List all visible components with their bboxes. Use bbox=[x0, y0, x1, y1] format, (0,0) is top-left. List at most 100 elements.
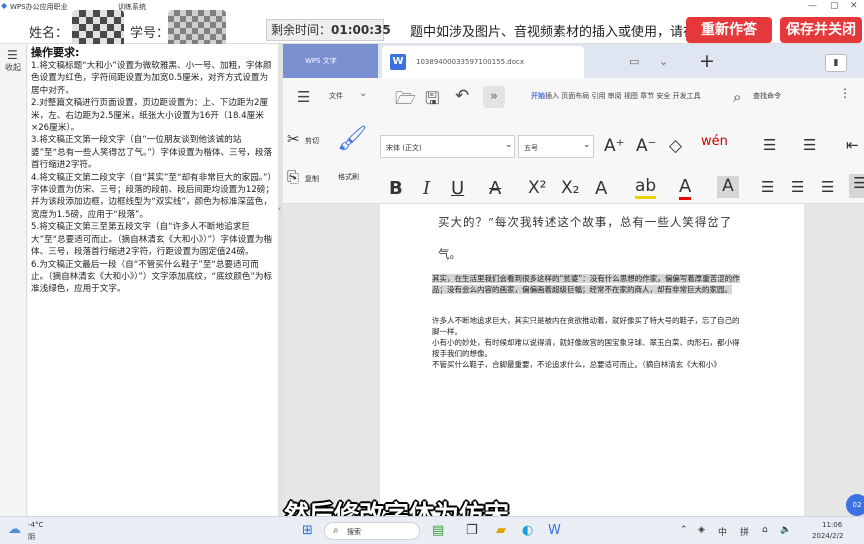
word-doc-icon: W bbox=[390, 54, 406, 70]
bullet-list-icon[interactable]: ☰ bbox=[763, 136, 776, 154]
edge-icon[interactable]: ◐ bbox=[522, 523, 533, 538]
file-explorer-icon[interactable]: ▰ bbox=[496, 523, 506, 538]
app-title: WPS办公应用职业 bbox=[10, 3, 68, 11]
text-effect-icon[interactable]: A bbox=[595, 178, 607, 199]
numbered-list-icon[interactable]: ☰ bbox=[803, 136, 816, 154]
menu-start[interactable]: 开始 bbox=[531, 91, 545, 101]
superscript-icon[interactable]: X² bbox=[528, 178, 546, 198]
start-icon[interactable]: ⊞ bbox=[302, 523, 313, 538]
grow-font-icon[interactable]: A⁺ bbox=[604, 136, 625, 156]
weather-text[interactable]: 阴 bbox=[28, 532, 35, 542]
bold-icon[interactable]: B bbox=[389, 178, 403, 199]
char-shading-icon[interactable]: A bbox=[717, 176, 739, 198]
maximize-icon[interactable]: ▢ bbox=[830, 1, 839, 11]
collapse-label[interactable]: 收起 bbox=[5, 62, 21, 73]
close-icon[interactable]: ✕ bbox=[850, 1, 858, 11]
wps-window: WPS 文字 W 10389400033597100155.docx ▭ ⌄ +… bbox=[283, 44, 864, 516]
more-icon[interactable]: » bbox=[483, 86, 505, 108]
copy-label[interactable]: 复制 bbox=[305, 174, 319, 184]
search-command[interactable]: 查找命令 bbox=[753, 91, 781, 101]
monitor-icon[interactable]: ▭ bbox=[629, 55, 639, 68]
font-name-select[interactable]: 宋体 (正文) bbox=[380, 135, 515, 158]
weather-temp[interactable]: -4°C bbox=[28, 521, 43, 529]
indent-icon[interactable]: ⇤ bbox=[846, 136, 859, 154]
window-toggle-icon[interactable]: ▮ bbox=[825, 54, 847, 72]
redo-button[interactable]: 重新作答 bbox=[686, 17, 772, 43]
taskbar: ☁ -4°C 阴 ⊞ ⌕ 搜索 ▤ ❐ ▰ ◐ W ⌃ ◈ 中 拼 ⌂ 🔈 11… bbox=[0, 516, 864, 544]
widget-icon[interactable]: ▤ bbox=[432, 523, 444, 538]
document-tab-name: 10389400033597100155.docx bbox=[416, 58, 525, 66]
hamburger-icon[interactable]: ☰ bbox=[297, 88, 310, 106]
instruction-item: 3.将文稿正文第一段文字（自“一位朋友谈到他该诚的站婆”至“总有一些人笑得岔了气… bbox=[31, 135, 273, 171]
doc-paragraph-4: 小有小的妙处，有时候却难以说得清，就好像故宫的国宝象牙球、翠玉白菜、肉形石，都小… bbox=[432, 338, 740, 358]
network-icon[interactable]: ⌂ bbox=[762, 525, 768, 535]
menu-file[interactable]: 文件 bbox=[329, 91, 343, 101]
doc-line-2: 气。 bbox=[438, 247, 461, 261]
italic-icon[interactable]: I bbox=[423, 178, 430, 199]
instruction-item: 1.将文稿标题“大和小”设置为微软雅黑、小一号、加粗，字体颜色设置为红色，字符间… bbox=[31, 61, 272, 96]
search-icon[interactable]: ⌕ bbox=[733, 88, 741, 106]
taskbar-search[interactable]: ⌕ 搜索 bbox=[324, 522, 420, 540]
instructions-heading: 操作要求: bbox=[31, 46, 80, 59]
chevron-down-icon[interactable]: ⌄ bbox=[659, 55, 668, 68]
more-vertical-icon[interactable]: ⋮ bbox=[839, 86, 851, 100]
wps-taskbar-icon[interactable]: W bbox=[548, 523, 561, 538]
collapse-panel[interactable]: ☰ 收起 bbox=[0, 44, 27, 516]
document-page[interactable]: 买大的？”每次我转述这个故事，总有一些人笑得岔了 气。 其实，在生活里我们会看到… bbox=[380, 204, 804, 516]
document-tab[interactable]: W 10389400033597100155.docx bbox=[382, 46, 584, 78]
justify-icon[interactable]: ☰ bbox=[849, 174, 864, 198]
menu-tabs[interactable]: 插入 页面布局 引用 审阅 视图 章节 安全 开发工具 bbox=[545, 91, 701, 101]
align-right-icon[interactable]: ☰ bbox=[821, 178, 834, 196]
menu-icon[interactable]: ☰ bbox=[7, 48, 18, 62]
timer-label: 剩余时间： bbox=[271, 23, 332, 37]
weather-icon[interactable]: ☁ bbox=[8, 522, 21, 537]
task-view-icon[interactable]: ❐ bbox=[466, 523, 478, 538]
taskbar-search-icon: ⌕ bbox=[333, 525, 339, 536]
clock-time[interactable]: 11:06 bbox=[822, 521, 842, 529]
float-bubble[interactable]: 02 bbox=[846, 494, 864, 516]
instruction-item: 6.为文稿正文最后一段（自“不管买什么鞋子”至“总要适可而止。（摘自林清玄《大和… bbox=[31, 259, 273, 295]
document-area: 🗋 买大的？”每次我转述这个故事，总有一些人笑得岔了 气。 其实，在生活里我们会… bbox=[283, 204, 864, 516]
align-center-icon[interactable]: ☰ bbox=[791, 178, 804, 196]
pinyin-guide-icon[interactable]: wén bbox=[701, 134, 728, 149]
file-chevron-icon[interactable]: ⌄ bbox=[359, 88, 367, 99]
align-left-icon[interactable]: ☰ bbox=[761, 178, 774, 196]
ime-mode[interactable]: 拼 bbox=[740, 525, 749, 538]
open-folder-icon[interactable]: 🗁 bbox=[395, 86, 416, 115]
ribbon: ✂ 剪切 ⎘ 复制 🖌 格式刷 宋体 (正文) ⌄ 五号 ⌄ A⁺ A⁻ ◇ w… bbox=[283, 116, 864, 204]
doc-paragraph-2: 其实，在生活里我们会看到很多这样的“贫婆”：没有什么思想的作家，偏偏写着厚重苦涩… bbox=[432, 274, 746, 295]
doc-paragraph-3: 许多人不断地追求巨大，其实只是被内在贪欲推动着，就好像买了特大号的鞋子，忘了自己… bbox=[432, 316, 740, 336]
font-color-icon[interactable]: A bbox=[679, 176, 692, 200]
underline-icon[interactable]: U bbox=[451, 178, 464, 199]
size-chevron-icon[interactable]: ⌄ bbox=[583, 140, 591, 150]
splitter-arrow-icon[interactable]: ‹ bbox=[278, 204, 281, 213]
undo-icon[interactable]: ↶ bbox=[455, 86, 469, 106]
format-painter-label[interactable]: 格式刷 bbox=[338, 172, 359, 182]
font-chevron-icon[interactable]: ⌄ bbox=[505, 140, 513, 150]
doc-paragraph-5: 不管买什么鞋子，合脚最重要，不论追求什么，总要适可而止。（摘自林清玄《大和小》 bbox=[432, 360, 721, 369]
new-tab-icon[interactable]: + bbox=[699, 50, 715, 72]
shrink-font-icon[interactable]: A⁻ bbox=[636, 136, 657, 156]
clock-date[interactable]: 2024/2/2 bbox=[812, 532, 843, 540]
menu-bar: ☰ 文件 ⌄ 🗁 🖫 ↶ » 开始 插入 页面布局 引用 审阅 视图 章节 安全… bbox=[283, 78, 864, 116]
highlight-icon[interactable]: ab bbox=[635, 176, 657, 199]
minimize-icon[interactable]: — bbox=[808, 1, 817, 11]
instructions-panel: 操作要求: 1.将文稿标题“大和小”设置为微软雅黑、小一号、加粗，字体颜色设置为… bbox=[28, 44, 278, 516]
save-close-button[interactable]: 保存并关闭 bbox=[780, 17, 862, 43]
tray-chevron-icon[interactable]: ⌃ bbox=[680, 525, 688, 535]
subscript-icon[interactable]: X₂ bbox=[561, 178, 579, 198]
save-icon[interactable]: 🖫 bbox=[425, 86, 439, 115]
timer: 剩余时间：01:00:35 bbox=[266, 19, 391, 41]
wps-brand[interactable]: WPS 文字 bbox=[283, 44, 378, 78]
copy-icon[interactable]: ⎘ bbox=[287, 168, 299, 186]
format-painter-icon[interactable]: 🖌 bbox=[337, 124, 367, 152]
timer-value: 01:00:35 bbox=[331, 23, 391, 37]
volume-icon[interactable]: 🔈 bbox=[780, 525, 791, 535]
cut-label[interactable]: 剪切 bbox=[305, 136, 319, 146]
tray-app-icon[interactable]: ◈ bbox=[698, 525, 705, 535]
cut-icon[interactable]: ✂ bbox=[287, 130, 300, 148]
id-label: 学号： bbox=[130, 26, 170, 41]
strikethrough-icon[interactable]: A bbox=[489, 178, 501, 199]
ime-lang[interactable]: 中 bbox=[718, 525, 727, 538]
clear-format-icon[interactable]: ◇ bbox=[669, 136, 682, 156]
